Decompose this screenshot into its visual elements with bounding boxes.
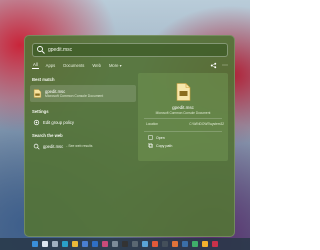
camera-icon[interactable] [162,241,168,247]
open-label: Open [156,135,165,140]
file-explorer-icon[interactable] [72,241,78,247]
best-match-label: Best match [32,77,55,82]
search-web-label: Search the web [32,133,63,138]
news-icon[interactable] [212,241,218,247]
store-icon[interactable] [82,241,88,247]
copy-path-action[interactable]: Copy path [148,143,172,148]
calculator-icon[interactable] [132,241,138,247]
web-search-icon [33,143,40,150]
paint-icon[interactable] [152,241,158,247]
clock-icon[interactable] [182,241,188,247]
results-list: Best match gpedit.msc Microsoft Common C… [30,73,136,236]
tab-all[interactable]: All [32,61,39,69]
settings-item-edit-group-policy[interactable]: Edit group policy [30,117,136,127]
open-action[interactable]: Open [148,135,165,140]
search-icon [37,46,45,54]
tab-documents[interactable]: Documents [62,62,85,69]
divider [144,131,222,132]
search-panel: gpedit.msc All Apps Documents Web More ▾… [24,35,235,237]
photos-icon[interactable] [102,241,108,247]
copy-path-label: Copy path [156,143,173,148]
tab-apps[interactable]: Apps [45,62,57,69]
maps-icon[interactable] [192,241,198,247]
tab-web[interactable]: Web [91,62,102,69]
search-box[interactable]: gpedit.msc [32,43,228,57]
settings-icon[interactable] [112,241,118,247]
best-match-subtitle: Microsoft Common Console Document [45,94,104,98]
result-preview: gpedit.msc Microsoft Common Console Docu… [138,73,228,161]
web-result-suffix: - See web results [66,144,93,148]
web-result-item[interactable]: gpedit.msc - See web results [30,141,136,151]
search-input[interactable]: gpedit.msc [48,47,72,53]
web-result-query: gpedit.msc [43,143,64,149]
more-icon[interactable]: ⋯ [222,62,228,69]
mail-icon[interactable] [92,241,98,247]
settings-item-label: Edit group policy [43,119,74,125]
tab-more[interactable]: More ▾ [108,62,123,69]
edge-icon[interactable] [62,241,68,247]
location-value: C:\WINDOWS\system32 [189,122,224,126]
preview-title: gpedit.msc [172,105,194,110]
task-view-icon[interactable] [52,241,58,247]
location-row: Location C:\WINDOWS\system32 [146,122,224,126]
open-icon [148,135,153,140]
location-label: Location [146,122,159,126]
preview-subtitle: Microsoft Common Console Document [155,111,211,115]
settings-label: Settings [32,109,49,114]
search-icon[interactable] [42,241,48,247]
weather-icon[interactable] [202,241,208,247]
tab-more-label: More [108,62,119,68]
file-icon [176,83,191,101]
settings-icon [33,119,40,125]
chevron-down-icon: ▾ [119,62,122,68]
search-tabs: All Apps Documents Web More ▾ ⋯ [32,60,228,70]
divider [144,118,222,119]
taskbar [0,238,250,250]
copy-icon [148,143,153,148]
start-icon[interactable] [32,241,38,247]
file-icon [33,89,42,98]
media-player-icon[interactable] [172,241,178,247]
best-match-item[interactable]: gpedit.msc Microsoft Common Console Docu… [30,85,136,102]
terminal-icon[interactable] [122,241,128,247]
notepad-icon[interactable] [142,241,148,247]
share-icon[interactable] [210,62,217,69]
